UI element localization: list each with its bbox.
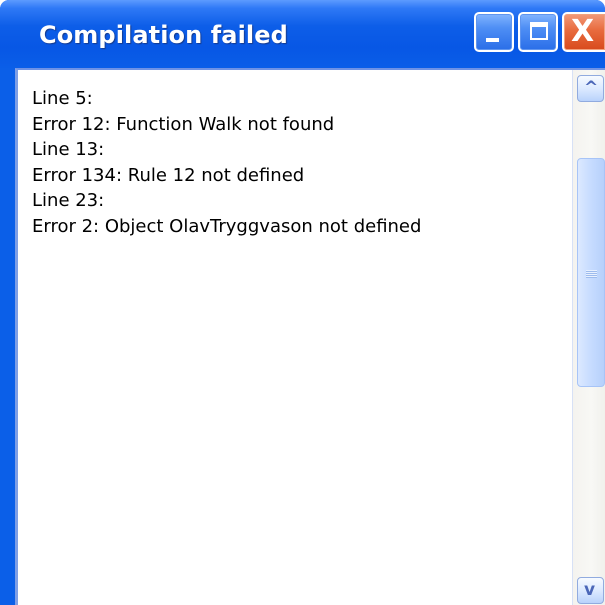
error-line-message: Error 134: Rule 12 not defined	[32, 164, 305, 186]
chevron-up-icon: ^	[584, 78, 599, 98]
scrollbar-grip-icon	[586, 270, 597, 278]
minimize-icon	[486, 38, 499, 42]
compilation-failed-window: Compilation failed X Line 5: Error 12: F…	[0, 0, 605, 605]
error-line-message: Error 12: Function Walk not found	[32, 113, 335, 135]
error-line-message: Error 2: Object OlavTryggvason not defin…	[32, 215, 422, 237]
error-line-location: Line 13:	[32, 139, 105, 161]
scroll-up-button[interactable]: ^	[577, 75, 604, 102]
compilation-error-text[interactable]: Line 5: Error 12: Function Walk not foun…	[32, 86, 567, 586]
scrollbar-thumb[interactable]	[577, 158, 605, 387]
maximize-button[interactable]	[518, 12, 558, 52]
window-title: Compilation failed	[39, 21, 288, 49]
scroll-down-button[interactable]: v	[577, 577, 604, 604]
close-button[interactable]: X	[562, 12, 605, 52]
error-line-location: Line 23:	[32, 190, 105, 212]
error-message-panel: Line 5: Error 12: Function Walk not foun…	[15, 68, 605, 605]
vertical-scrollbar[interactable]: ^ v	[572, 70, 605, 605]
chevron-down-icon: v	[584, 580, 596, 600]
window-titlebar[interactable]: Compilation failed X	[0, 0, 605, 68]
minimize-button[interactable]	[474, 12, 514, 52]
maximize-icon	[530, 22, 548, 40]
error-line-location: Line 5:	[32, 88, 93, 109]
close-icon: X	[571, 14, 595, 49]
